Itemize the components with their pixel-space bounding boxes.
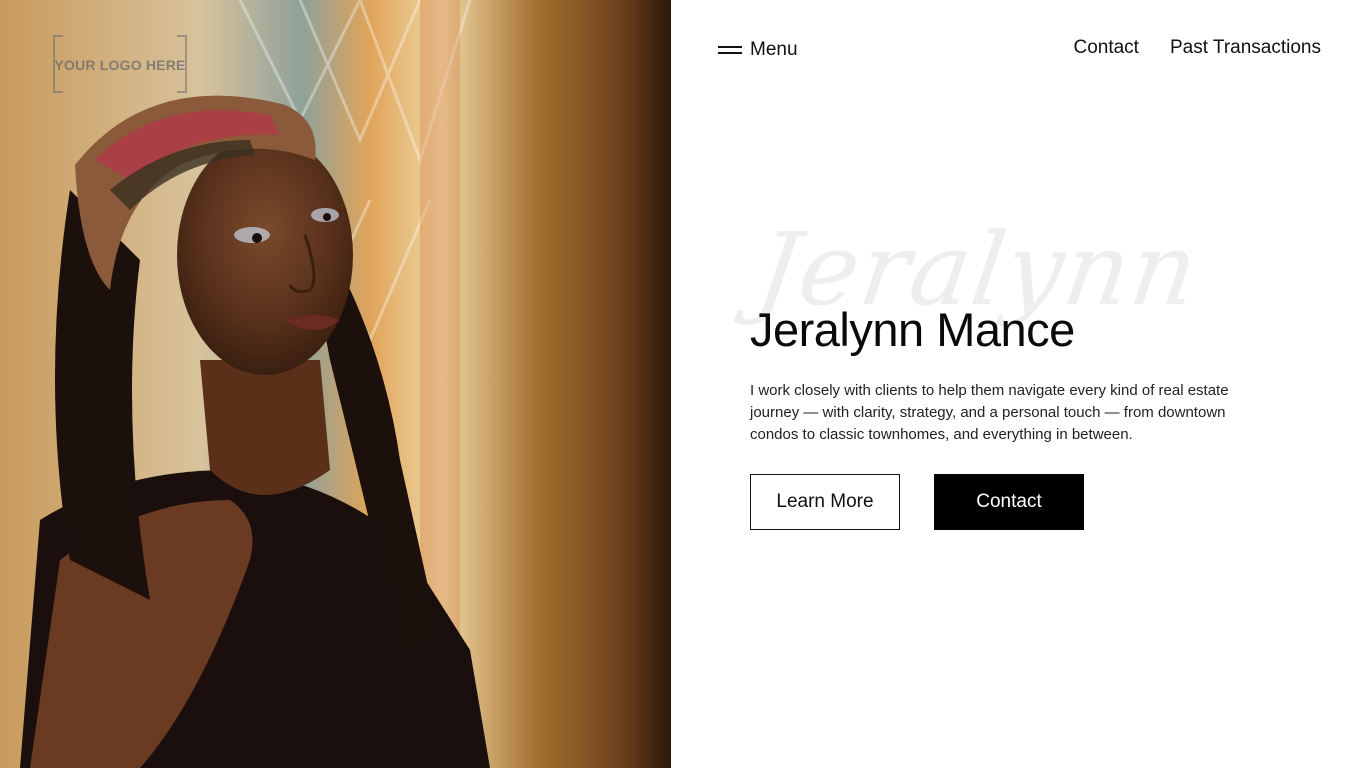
logo-bracket-right xyxy=(177,35,187,93)
learn-more-button[interactable]: Learn More xyxy=(750,474,900,530)
site-logo[interactable]: YOUR LOGO HERE xyxy=(53,35,187,93)
portrait-illustration xyxy=(0,0,671,768)
contact-button[interactable]: Contact xyxy=(934,474,1084,530)
logo-text: YOUR LOGO HERE xyxy=(54,57,186,73)
agent-name-heading: Jeralynn Mance xyxy=(750,303,1075,356)
top-navigation: Menu Contact Past Transactions xyxy=(671,0,1366,100)
nav-links: Contact Past Transactions xyxy=(1073,37,1321,59)
logo-bracket-left xyxy=(53,35,63,93)
hero-portrait-photo: YOUR LOGO HERE xyxy=(0,0,671,768)
agent-description: I work closely with clients to help them… xyxy=(750,382,1229,443)
page: YOUR LOGO HERE Menu Contact Past Transac… xyxy=(0,0,1366,768)
menu-label: Menu xyxy=(750,39,798,60)
menu-toggle-button[interactable]: Menu xyxy=(718,37,798,63)
nav-link-contact[interactable]: Contact xyxy=(1073,37,1138,59)
hamburger-icon xyxy=(718,44,742,56)
nav-link-past-transactions[interactable]: Past Transactions xyxy=(1170,37,1321,59)
